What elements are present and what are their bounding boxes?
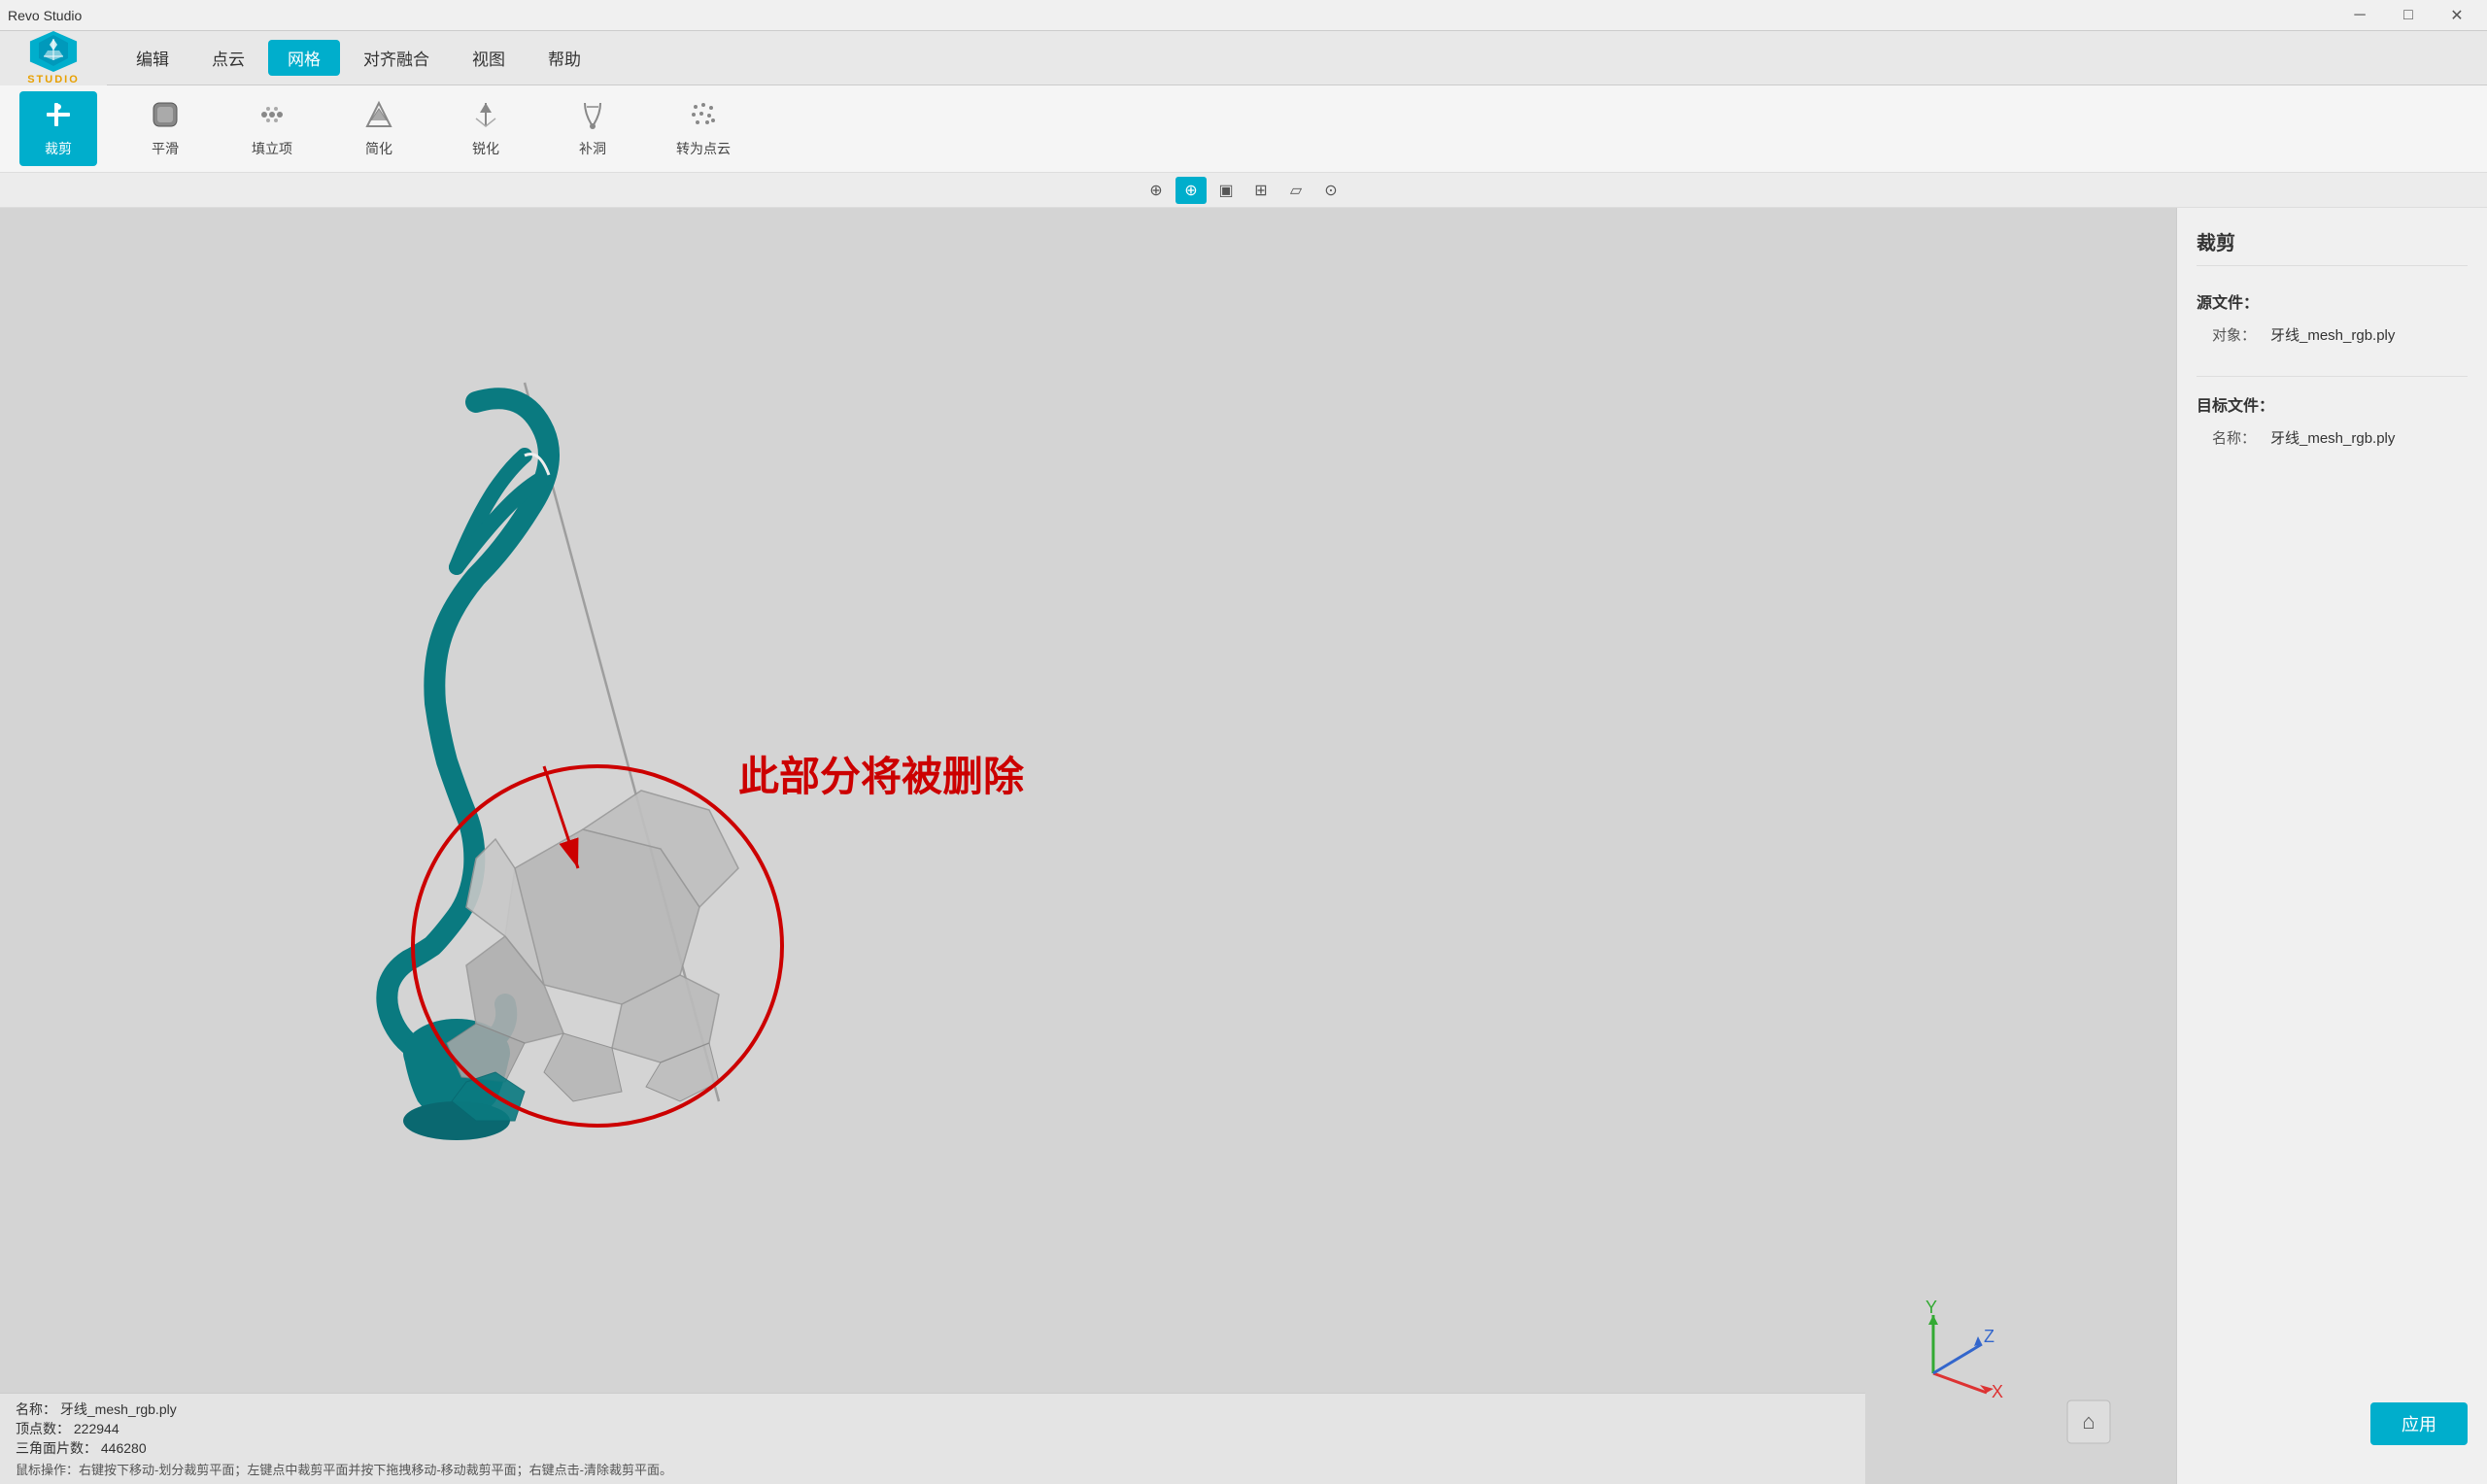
faces-label: 三角面片数： bbox=[16, 1440, 97, 1456]
panel-title: 裁剪 bbox=[2197, 227, 2468, 266]
menu-help[interactable]: 帮助 bbox=[528, 40, 600, 76]
name-label: 名称： bbox=[16, 1401, 56, 1417]
fillhole-icon bbox=[577, 99, 608, 135]
source-object-field: 对象： 牙线_mesh_rgb.ply bbox=[2197, 324, 2468, 345]
tool-simplify[interactable]: 简化 bbox=[340, 91, 418, 166]
menu-align[interactable]: 对齐融合 bbox=[344, 40, 449, 76]
faces-value: 446280 bbox=[101, 1440, 147, 1456]
view-select-btn[interactable]: ⊙ bbox=[1315, 177, 1346, 204]
clip-icon bbox=[43, 99, 74, 135]
tool-fillhole[interactable]: 补洞 bbox=[554, 91, 631, 166]
smooth-svg bbox=[150, 99, 181, 130]
smooth-icon bbox=[150, 99, 181, 135]
menu-view[interactable]: 视图 bbox=[453, 40, 525, 76]
svg-text:⌂: ⌂ bbox=[2082, 1409, 2095, 1433]
tool-smooth[interactable]: 平滑 bbox=[126, 91, 204, 166]
sharpen-icon bbox=[470, 99, 501, 135]
app-title: Revo Studio bbox=[8, 8, 82, 23]
svg-text:Y: Y bbox=[1925, 1298, 1937, 1317]
logo-area: STUdIo bbox=[0, 31, 107, 85]
vertices-value: 222944 bbox=[74, 1421, 119, 1436]
tocloud-svg bbox=[688, 99, 719, 130]
svg-text:X: X bbox=[1992, 1382, 2003, 1401]
logo-icon bbox=[26, 31, 81, 72]
menu-mesh[interactable]: 网格 bbox=[268, 40, 340, 76]
sharpen-svg bbox=[470, 99, 501, 130]
sharpen-label: 锐化 bbox=[472, 139, 499, 158]
source-label: 源文件： bbox=[2197, 289, 2468, 313]
fill-svg bbox=[256, 99, 288, 130]
right-panel: 裁剪 源文件： 对象： 牙线_mesh_rgb.ply 目标文件： 名称： 牙线… bbox=[2176, 208, 2487, 1484]
fill-icon bbox=[256, 99, 288, 135]
maximize-button[interactable]: □ bbox=[2386, 0, 2431, 31]
menu-area: STUdIo 编辑 点云 网格 对齐融合 视图 帮助 bbox=[0, 31, 2487, 85]
target-name-value: 牙线_mesh_rgb.ply bbox=[2270, 427, 2395, 448]
tocloud-icon bbox=[688, 99, 719, 135]
menu-edit[interactable]: 编辑 bbox=[117, 40, 188, 76]
minimize-button[interactable]: ─ bbox=[2337, 0, 2382, 31]
smooth-label: 平滑 bbox=[152, 139, 179, 158]
main-content: 此部分将被删除 X Y Z ⌂ bbox=[0, 208, 2487, 1484]
svg-text:Z: Z bbox=[1984, 1327, 1994, 1346]
target-name-field: 名称： 牙线_mesh_rgb.ply bbox=[2197, 427, 2468, 448]
view-add-btn[interactable]: ⊕ bbox=[1141, 177, 1172, 204]
fillhole-svg bbox=[577, 99, 608, 130]
view-nav-btn[interactable]: ⊕ bbox=[1175, 177, 1207, 204]
clip-label: 裁剪 bbox=[45, 139, 72, 158]
clip-svg bbox=[43, 99, 74, 130]
simplify-icon bbox=[363, 99, 394, 135]
annotation-text: 此部分将被删除 bbox=[738, 754, 1025, 799]
menu-pointcloud[interactable]: 点云 bbox=[192, 40, 264, 76]
view-grid-btn[interactable]: ⊞ bbox=[1245, 177, 1277, 204]
tool-sharpen[interactable]: 锐化 bbox=[447, 91, 525, 166]
tool-fill[interactable]: 填立项 bbox=[233, 91, 311, 166]
status-bar: 名称： 牙线_mesh_rgb.ply 顶点数： 222944 三角面片数： 4… bbox=[0, 1393, 1865, 1484]
title-bar-controls: ─ □ ✕ bbox=[2337, 0, 2479, 31]
apply-button[interactable]: 应用 bbox=[2370, 1402, 2468, 1445]
fillhole-label: 补洞 bbox=[579, 139, 606, 158]
title-bar: Revo Studio ─ □ ✕ bbox=[0, 0, 2487, 31]
view-box-btn[interactable]: ▣ bbox=[1210, 177, 1242, 204]
tip-text: 鼠标操作：右键按下移动-划分裁剪平面；左键点中裁剪平面并按下拖拽移动-移动裁剪平… bbox=[16, 1463, 672, 1477]
home-btn-group[interactable]: ⌂ bbox=[2067, 1400, 2110, 1443]
source-object-value: 牙线_mesh_rgb.ply bbox=[2270, 324, 2395, 345]
viewport[interactable]: 此部分将被删除 X Y Z ⌂ bbox=[0, 208, 2176, 1484]
logo-label: STUdIo bbox=[27, 74, 80, 85]
vertices-label: 顶点数： bbox=[16, 1421, 70, 1436]
tool-tocloud[interactable]: 转为点云 bbox=[661, 91, 746, 166]
simplify-svg bbox=[363, 99, 394, 130]
tocloud-label: 转为点云 bbox=[676, 139, 731, 158]
fill-label: 填立项 bbox=[252, 139, 292, 158]
title-bar-left: Revo Studio bbox=[8, 8, 82, 23]
target-name-key: 名称： bbox=[2212, 427, 2270, 448]
target-label: 目标文件： bbox=[2197, 392, 2468, 416]
source-object-key: 对象： bbox=[2212, 324, 2270, 345]
close-button[interactable]: ✕ bbox=[2435, 0, 2479, 31]
name-value: 牙线_mesh_rgb.ply bbox=[60, 1401, 177, 1417]
view-controls: ⊕ ⊕ ▣ ⊞ ▱ ⊙ bbox=[0, 173, 2487, 208]
logo-svg bbox=[36, 33, 71, 68]
tool-clip[interactable]: 裁剪 bbox=[19, 91, 97, 166]
viewport-svg: 此部分将被删除 X Y Z ⌂ bbox=[0, 208, 2176, 1484]
panel-divider bbox=[2197, 376, 2468, 377]
menu-bar: 编辑 点云 网格 对齐融合 视图 帮助 bbox=[107, 31, 2487, 85]
simplify-label: 简化 bbox=[365, 139, 392, 158]
toolbar: 裁剪 平滑 填立项 bbox=[0, 85, 2487, 173]
view-frame-btn[interactable]: ▱ bbox=[1280, 177, 1312, 204]
